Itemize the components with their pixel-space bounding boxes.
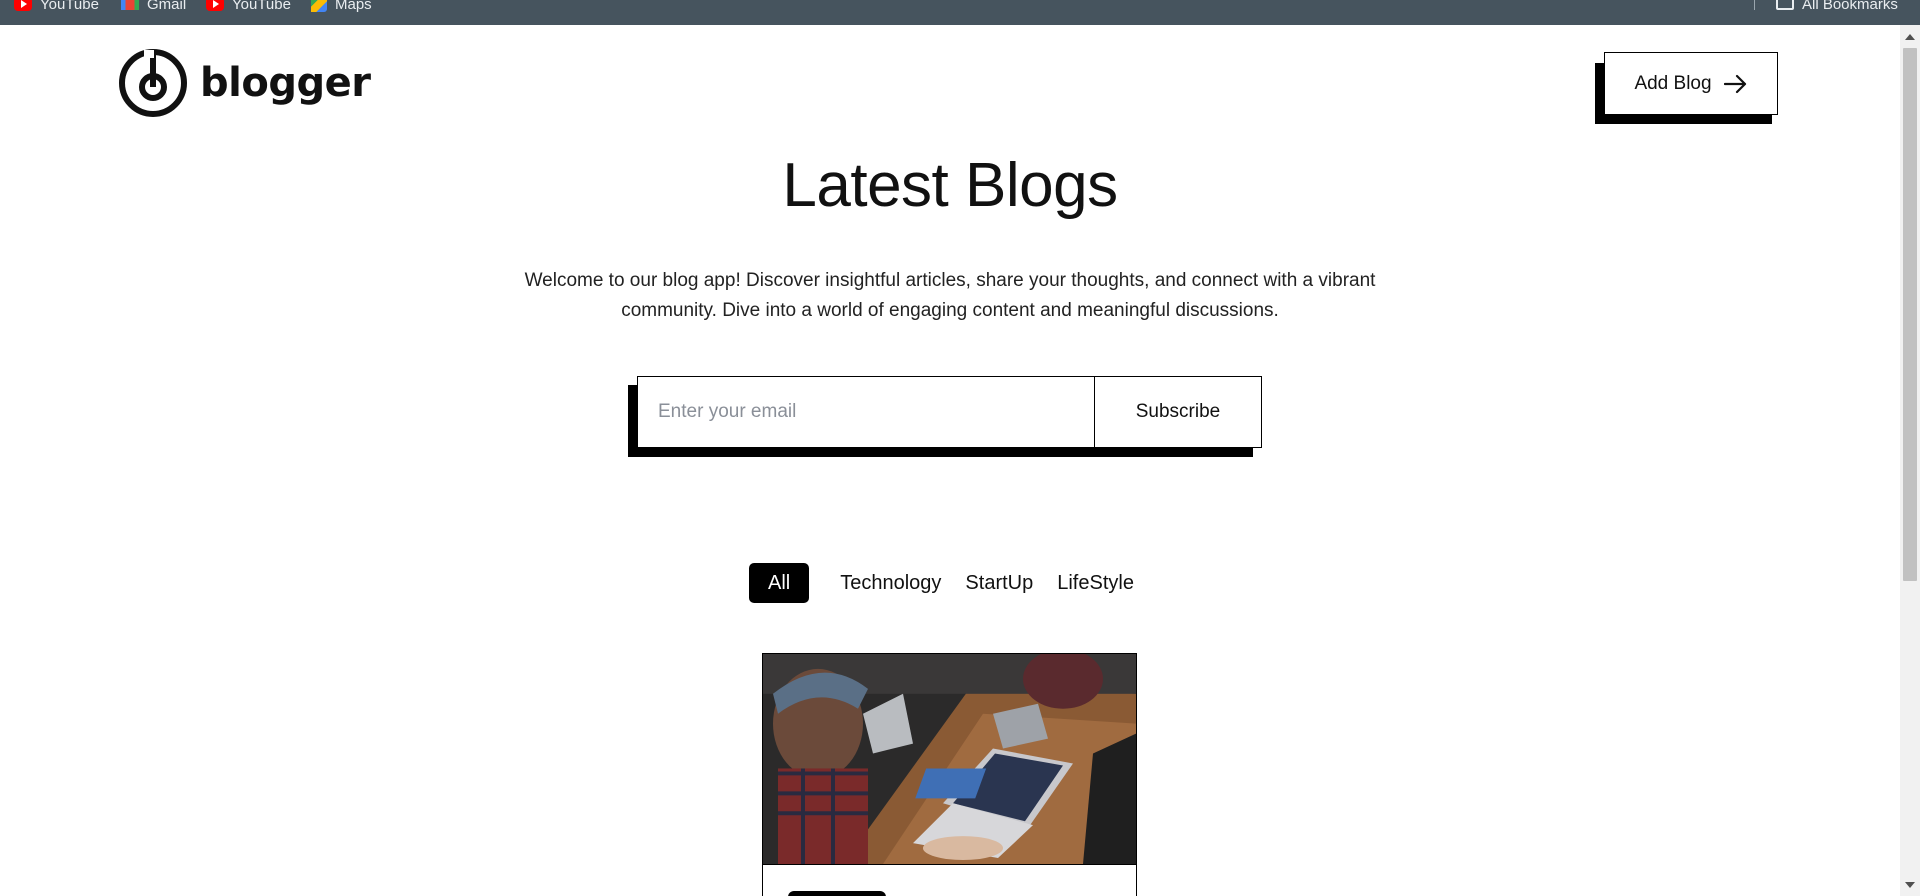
tab-startup[interactable]: StartUp [953,563,1045,603]
add-blog-container: Add Blog [1595,52,1778,124]
email-input[interactable] [638,377,1095,447]
all-bookmarks-button[interactable]: All Bookmarks [1776,0,1898,13]
blog-card[interactable] [762,653,1137,896]
arrow-right-icon [1723,74,1746,93]
tab-technology[interactable]: Technology [828,563,953,603]
page-title: Latest Blogs [782,151,1118,220]
bookmark-youtube-2[interactable]: YouTube [206,0,291,13]
add-blog-button[interactable]: Add Blog [1604,52,1778,115]
tab-lifestyle[interactable]: LifeStyle [1045,563,1146,603]
bookmarks-bar: YouTube Gmail YouTube Maps All Bookmarks [0,0,1920,25]
category-tabs: All Technology StartUp LifeStyle [749,563,1146,603]
site-logo[interactable]: blogger [118,48,371,118]
page-scrollbar[interactable] [1900,25,1920,896]
youtube-icon [14,0,32,11]
blog-category-badge [788,891,886,896]
bookmarks-divider [1754,0,1755,10]
maps-icon [311,0,327,12]
intro-text: Welcome to our blog app! Discover insigh… [490,266,1410,326]
intro-line-1: Welcome to our blog app! Discover insigh… [524,270,1376,291]
blog-card-image [763,654,1136,865]
bookmark-label: YouTube [40,0,99,13]
all-bookmarks-label: All Bookmarks [1802,0,1898,13]
bookmark-youtube-1[interactable]: YouTube [14,0,99,13]
logo-text: blogger [200,60,371,106]
tab-all[interactable]: All [749,563,810,603]
subscribe-box: Subscribe [637,376,1262,448]
bookmark-label: Gmail [147,0,187,13]
intro-line-2: community. Dive into a world of engaging… [621,300,1279,321]
subscribe-form: Subscribe [628,376,1262,457]
gmail-icon [121,0,139,10]
bookmark-label: YouTube [232,0,291,13]
scroll-thumb[interactable] [1903,48,1917,581]
blogger-logo-icon [119,49,187,117]
scroll-down-arrow-icon[interactable] [1905,882,1915,888]
scroll-up-arrow-icon[interactable] [1905,34,1915,40]
bookmark-maps[interactable]: Maps [311,0,372,13]
bookmark-gmail[interactable]: Gmail [121,0,187,13]
bookmark-label: Maps [335,0,372,13]
add-blog-label: Add Blog [1634,72,1712,94]
subscribe-button[interactable]: Subscribe [1095,377,1261,447]
folder-icon [1776,0,1794,10]
youtube-icon [206,0,224,11]
